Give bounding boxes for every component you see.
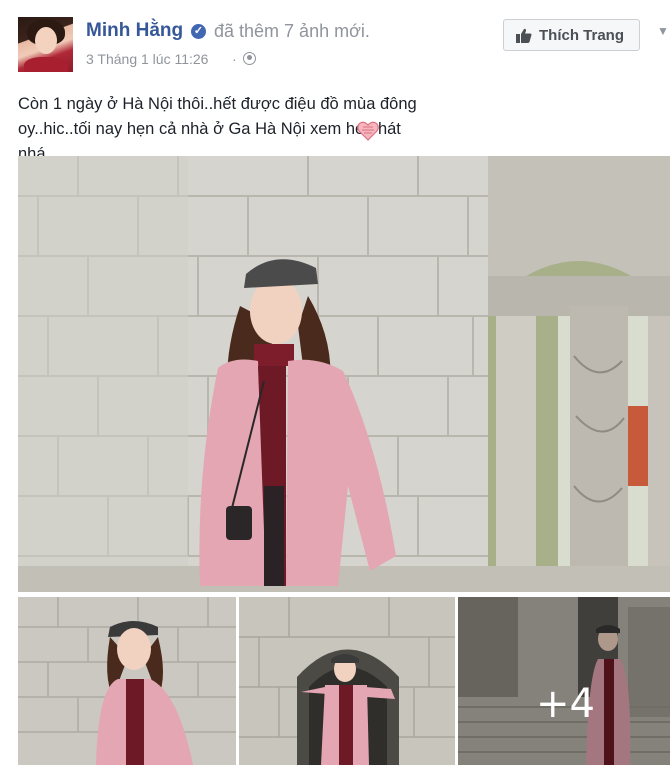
like-page-label: Thích Trang (539, 27, 625, 44)
post-photo-thumbnail-1[interactable] (18, 597, 236, 765)
author-name-link[interactable]: Minh Hằng (86, 20, 183, 42)
post-options-icon[interactable]: ▼ (657, 24, 669, 38)
facebook-post: Minh Hằng ✓ đã thêm 7 ảnh mới. 3 Tháng 1… (0, 0, 670, 765)
like-page-button[interactable]: Thích Trang (503, 19, 640, 51)
post-timestamp-link[interactable]: 3 Tháng 1 lúc 11:26 (86, 51, 208, 67)
thumbs-up-icon (516, 28, 532, 43)
post-photo-thumbnail-2[interactable] (239, 597, 455, 765)
verified-badge-icon: ✓ (191, 24, 206, 39)
globe-icon[interactable] (243, 52, 256, 65)
post-photo-thumbnail-3[interactable]: +4 (458, 597, 670, 765)
more-photos-count: +4 (536, 681, 595, 727)
post-photo-main[interactable] (18, 156, 670, 592)
author-avatar[interactable] (18, 17, 73, 72)
stone-gate-photo (18, 156, 670, 592)
meta-separator: · (232, 51, 237, 67)
photo-1-image (18, 597, 236, 765)
post-action-text: đã thêm 7 ảnh mới. (214, 21, 370, 41)
photo-2-image (239, 597, 455, 765)
heart-icon (357, 121, 379, 141)
